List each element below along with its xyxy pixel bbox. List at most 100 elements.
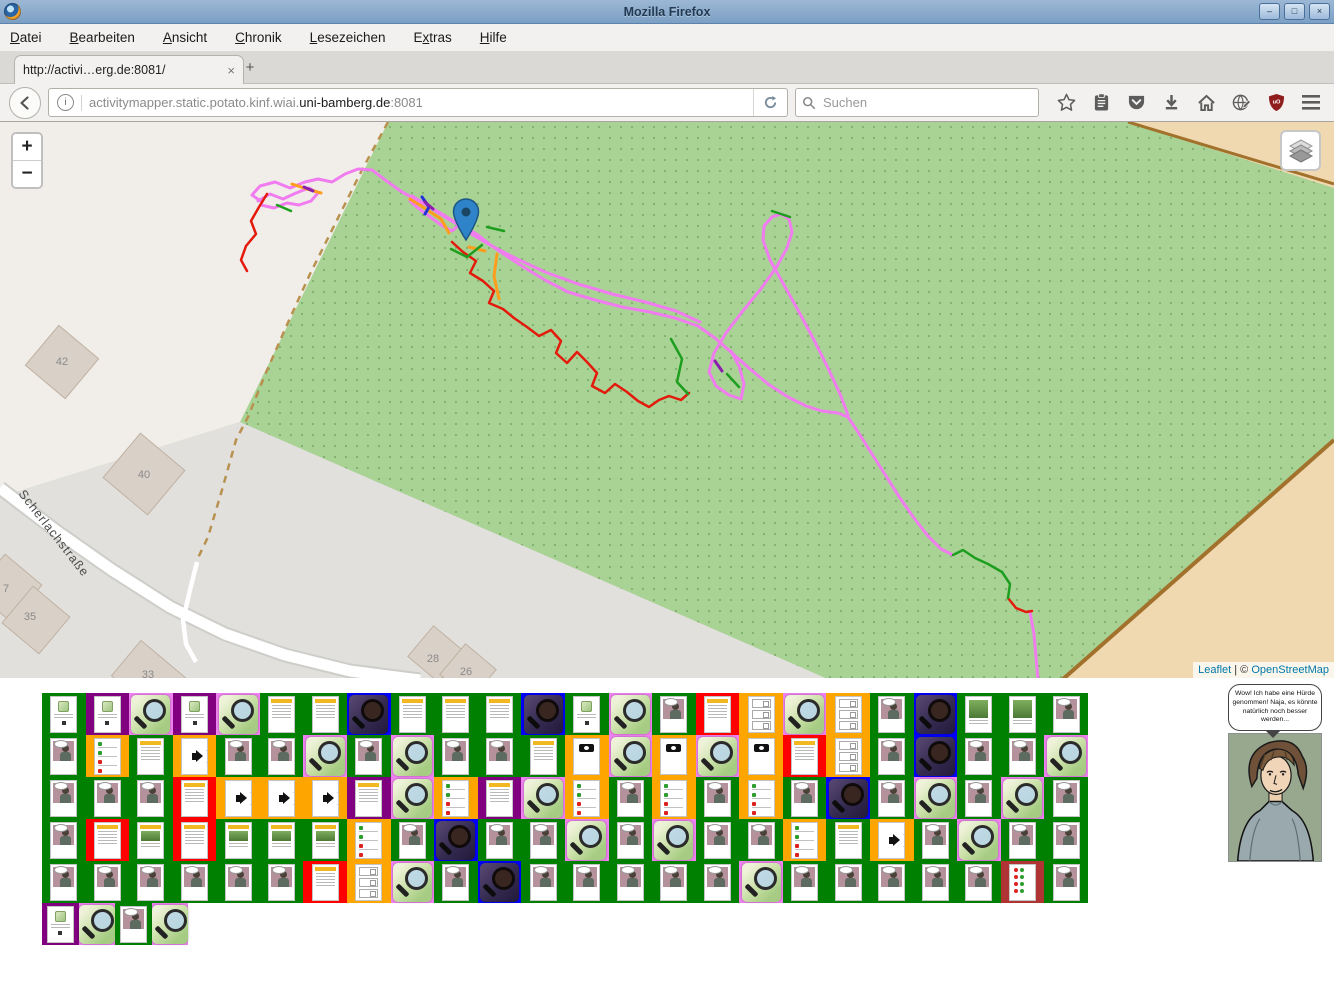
info-icon[interactable]: i [57,94,74,111]
activity-tile-doc[interactable] [303,693,347,735]
activity-tile-map[interactable] [652,819,696,861]
globe-edit-icon[interactable] [1231,93,1251,113]
activity-tile-doc[interactable] [521,735,565,777]
activity-tile-avatar[interactable] [696,861,740,903]
activity-tile-doc[interactable] [391,693,435,735]
menu-item-bearbeiten[interactable]: Bearbeiten [70,30,135,45]
activity-tile-mapd[interactable] [347,693,391,735]
activity-tile-map[interactable] [79,903,116,945]
activity-tile-check[interactable] [347,819,391,861]
menu-item-lesezeichen[interactable]: Lesezeichen [310,30,386,45]
activity-tile-avatar[interactable] [870,861,914,903]
activity-tile-map[interactable] [739,861,783,903]
activity-tile-avatar[interactable] [696,819,740,861]
activity-tile-avatar[interactable] [478,819,522,861]
activity-tile-doc[interactable] [86,819,130,861]
activity-tile-doc[interactable] [478,777,522,819]
activity-tile-app[interactable] [42,903,79,945]
activity-tile-map[interactable] [609,735,653,777]
activity-tile-avatar[interactable] [42,735,86,777]
activity-tile-map[interactable] [609,693,653,735]
maximize-button[interactable]: □ [1284,3,1305,20]
activity-tile-avatar[interactable] [521,819,565,861]
activity-tile-map[interactable] [391,861,435,903]
activity-tile-avatar[interactable] [86,861,130,903]
search-input[interactable] [821,94,1032,111]
leaflet-map[interactable]: Scherlachstraße4240735332826 + − Leaflet… [0,122,1334,678]
activity-tile-avatar[interactable] [1001,735,1045,777]
home-icon[interactable] [1196,93,1216,113]
activity-tile-map[interactable] [565,819,609,861]
zoom-out-button[interactable]: − [13,161,41,187]
activity-tile-doc[interactable] [478,693,522,735]
pocket-icon[interactable] [1126,93,1146,113]
activity-tile-map[interactable] [521,777,565,819]
menu-item-chronik[interactable]: Chronik [235,30,282,45]
activity-tile-form[interactable] [739,693,783,735]
activity-tile-avatar[interactable] [870,777,914,819]
activity-tile-avatar[interactable] [870,735,914,777]
new-tab-button[interactable]: + [238,59,262,78]
activity-tile-map[interactable] [391,735,435,777]
activity-tile-check[interactable] [86,735,130,777]
activity-tile-avatar[interactable] [173,861,217,903]
menu-item-datei[interactable]: Datei [10,30,42,45]
activity-tile-app[interactable] [86,693,130,735]
activity-tile-avatar[interactable] [42,777,86,819]
activity-tile-avatar[interactable] [870,693,914,735]
activity-tile-docphoto[interactable] [303,819,347,861]
openstreetmap-link[interactable]: OpenStreetMap [1251,664,1329,676]
activity-tile-doc[interactable] [347,777,391,819]
activity-tile-avatar[interactable] [957,861,1001,903]
activity-tile-avatar[interactable] [347,735,391,777]
close-button[interactable]: × [1309,3,1330,20]
activity-tile-map[interactable] [696,735,740,777]
menu-item-ansicht[interactable]: Ansicht [163,30,207,45]
activity-tile-map[interactable] [152,903,189,945]
activity-tile-avatar[interactable] [826,861,870,903]
activity-tile-avatar[interactable] [609,777,653,819]
reload-button[interactable] [753,89,787,116]
activity-tile-avatar[interactable] [521,861,565,903]
activity-tile-app[interactable] [173,693,217,735]
activity-tile-map[interactable] [216,693,260,735]
activity-tile-avatar[interactable] [434,735,478,777]
activity-tile-map[interactable] [129,693,173,735]
activity-tile-app[interactable] [565,693,609,735]
activity-tile-check[interactable] [652,777,696,819]
tab-close-icon[interactable]: × [227,63,235,78]
activity-tile-mapd[interactable] [478,861,522,903]
activity-tile-doc[interactable] [783,735,827,777]
activity-tile-avatar[interactable] [260,861,304,903]
activity-tile-doc[interactable] [826,819,870,861]
activity-tile-doc[interactable] [696,693,740,735]
download-icon[interactable] [1161,93,1181,113]
activity-tile-hearts[interactable] [1001,861,1045,903]
ublock-shield-icon[interactable]: uO [1266,93,1286,113]
activity-tile-form[interactable] [826,693,870,735]
activity-tile-map[interactable] [783,693,827,735]
activity-tile-docphoto[interactable] [260,819,304,861]
activity-tile-check[interactable] [783,819,827,861]
activity-tile-doc[interactable] [260,693,304,735]
activity-tile-avatar[interactable] [129,861,173,903]
activity-tile-avatar[interactable] [391,819,435,861]
activity-tile-avatar[interactable] [1044,819,1088,861]
clipboard-icon[interactable] [1091,93,1111,113]
minimize-button[interactable]: – [1259,3,1280,20]
activity-tile-mapd[interactable] [521,693,565,735]
activity-tile-doc[interactable] [303,861,347,903]
activity-tile-avatar[interactable] [957,735,1001,777]
bookmark-star-icon[interactable] [1056,93,1076,113]
activity-tile-speaker[interactable] [303,777,347,819]
activity-tile-avatar[interactable] [739,819,783,861]
activity-tile-doc[interactable] [129,735,173,777]
activity-tile-check[interactable] [739,777,783,819]
activity-tile-avatar[interactable] [652,693,696,735]
activity-tile-map[interactable] [391,777,435,819]
menu-item-hilfe[interactable]: Hilfe [480,30,507,45]
activity-tile-camera[interactable] [565,735,609,777]
activity-tile-avatar[interactable] [609,861,653,903]
activity-tile-camera[interactable] [739,735,783,777]
activity-tile-form[interactable] [826,735,870,777]
